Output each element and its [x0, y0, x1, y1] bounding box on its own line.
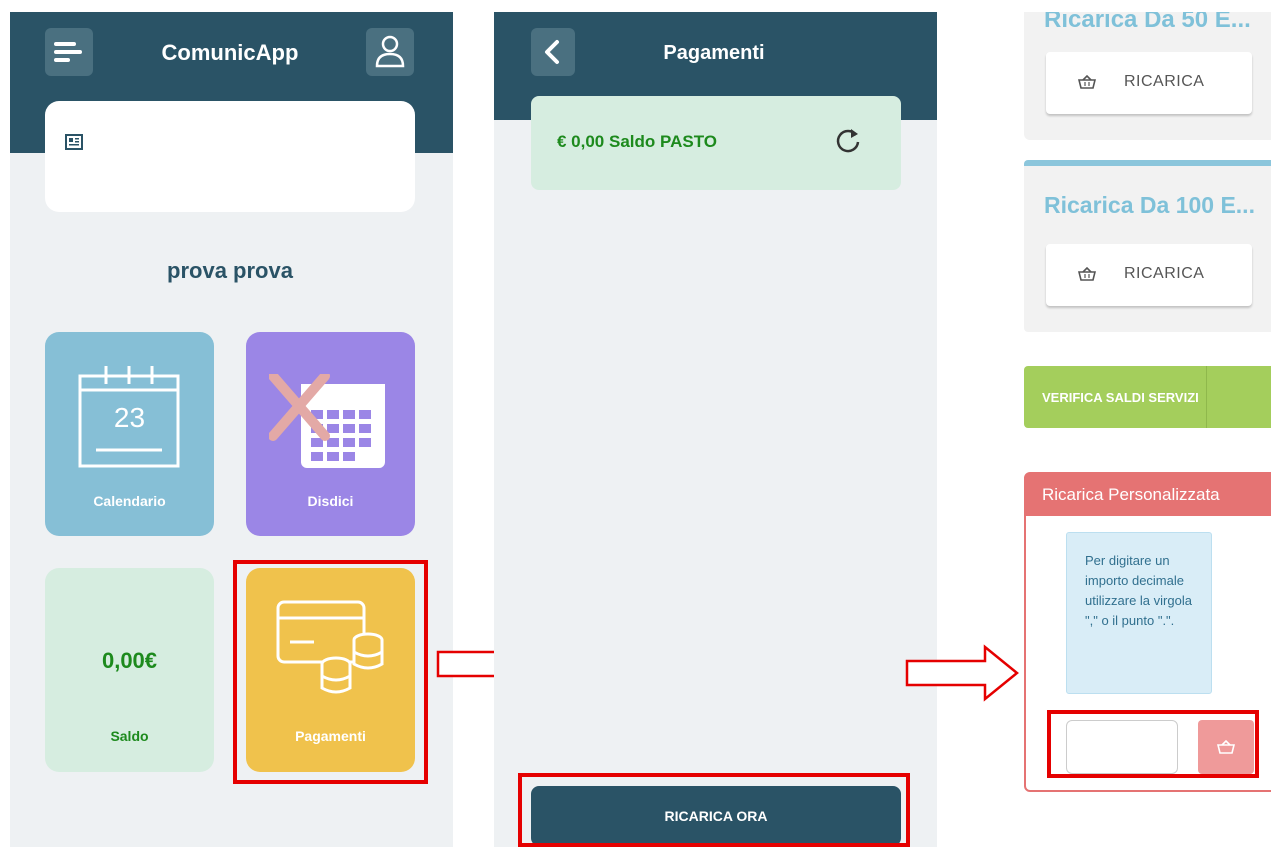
balance-tile[interactable]: 0,00€ Saldo	[45, 568, 214, 772]
basket-icon	[1078, 75, 1096, 89]
highlight-custom-amount	[1047, 710, 1259, 778]
highlight-payments	[233, 560, 428, 784]
refresh-icon[interactable]	[835, 126, 861, 154]
app-title: ComunicApp	[161, 40, 299, 65]
basket-icon	[1078, 267, 1096, 281]
calendar-cancel-icon	[269, 374, 385, 468]
calendar-tile[interactable]: 23 Calendario	[45, 332, 214, 536]
custom-recharge-header: Ricarica Personalizzata	[1026, 474, 1271, 516]
calendar-day: 23	[113, 402, 146, 433]
verify-balances-button[interactable]: VERIFICA SALDI SERVIZI	[1024, 366, 1271, 428]
page-title: Pagamenti	[663, 42, 765, 64]
calendar-label: Calendario	[93, 493, 166, 509]
decimal-info-box: Per digitare un importo decimale utilizz…	[1066, 532, 1212, 694]
verify-balances-label: VERIFICA SALDI SERVIZI	[1042, 390, 1199, 405]
recharge-label: RICARICA	[1124, 73, 1205, 90]
recharge-50-button[interactable]: RICARICA	[1046, 52, 1252, 114]
menu-icon-line	[54, 58, 70, 62]
highlight-recharge-now	[518, 773, 910, 847]
recharge-card-50-title: Ricarica Da 50 E...	[1044, 12, 1251, 33]
back-icon	[545, 40, 559, 64]
custom-recharge-title: Ricarica Personalizzata	[1042, 485, 1220, 504]
meal-balance-text: € 0,00 Saldo PASTO	[557, 132, 717, 151]
back-button[interactable]	[531, 28, 575, 76]
verify-separator	[1206, 366, 1207, 428]
balance-label: Saldo	[110, 728, 149, 744]
cancel-tile[interactable]: Disdici	[246, 332, 415, 536]
user-icon	[375, 35, 405, 68]
decimal-info-text: Per digitare un importo decimale utilizz…	[1085, 553, 1192, 628]
recharge-card-100-title: Ricarica Da 100 E...	[1044, 192, 1255, 218]
menu-icon-line	[54, 50, 82, 54]
recharge-label: RICARICA	[1124, 265, 1205, 282]
menu-button[interactable]	[45, 28, 93, 76]
news-icon	[65, 134, 83, 150]
recharge-100-button[interactable]: RICARICA	[1046, 244, 1252, 306]
right-arrow-icon	[905, 644, 1019, 702]
balance-amount: 0,00€	[101, 648, 158, 673]
balance-card: € 0,00 Saldo PASTO	[531, 96, 901, 190]
cancel-label: Disdici	[307, 493, 354, 509]
menu-icon	[54, 42, 76, 46]
news-card[interactable]	[45, 101, 415, 212]
payments-screen: Pagamenti € 0,00 Saldo PASTO RICARICA OR…	[494, 12, 937, 847]
user-name: prova prova	[167, 258, 293, 283]
profile-button[interactable]	[366, 28, 414, 76]
